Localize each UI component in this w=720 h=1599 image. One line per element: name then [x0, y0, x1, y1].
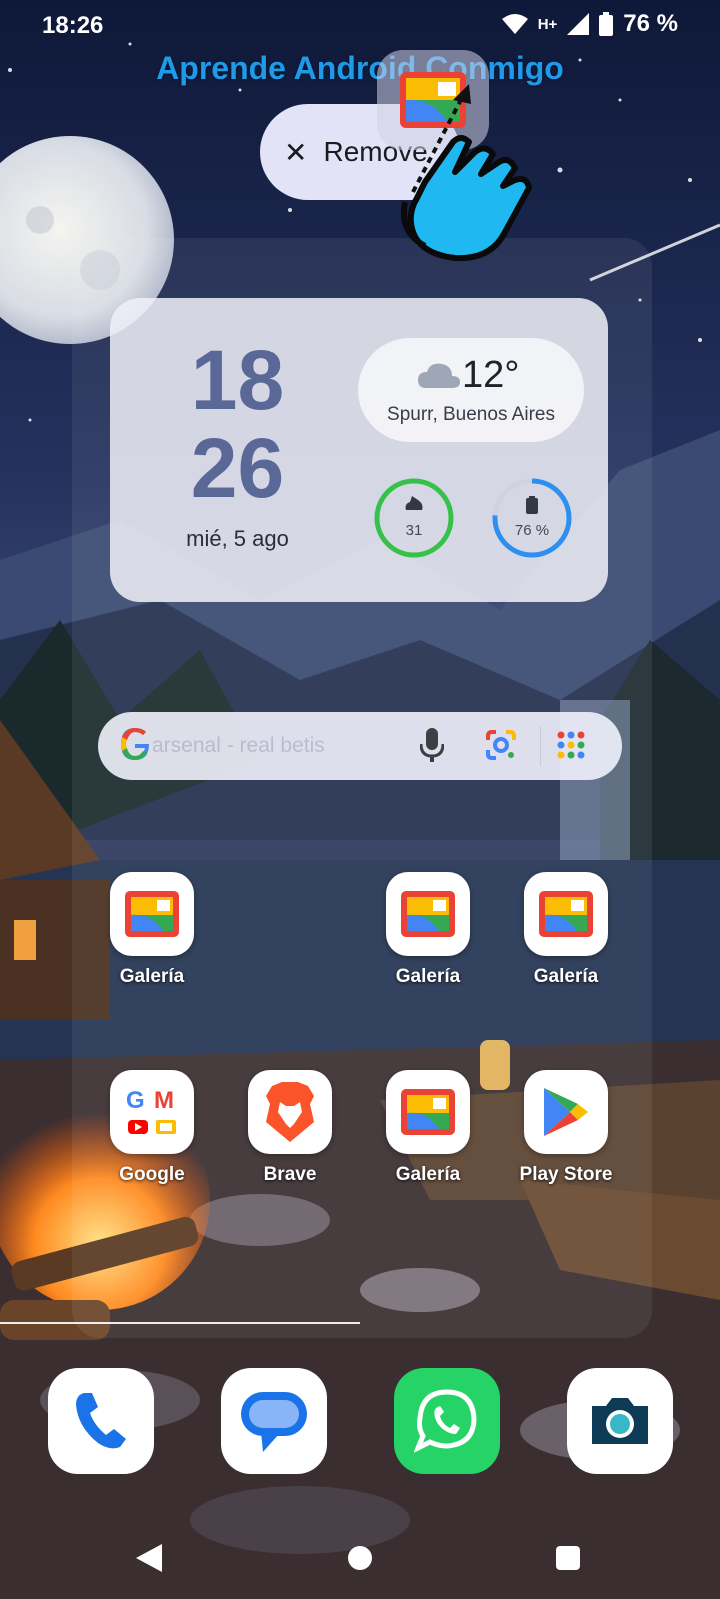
- app-galeria-2[interactable]: Galería: [358, 872, 498, 988]
- channel-watermark-title: Aprende Android Conmigo: [156, 50, 564, 86]
- google-lens-icon[interactable]: [484, 728, 518, 762]
- app-grid-icon[interactable]: [556, 730, 586, 760]
- app-galeria-4[interactable]: Galería: [358, 1070, 498, 1186]
- app-label: Brave: [263, 1164, 317, 1185]
- status-time: 18:26: [42, 12, 104, 39]
- camera-icon: [592, 1398, 648, 1444]
- back-icon[interactable]: [136, 1544, 162, 1572]
- dock-phone[interactable]: [48, 1368, 154, 1474]
- search-suggestion-text: arsenal - real betis: [152, 734, 325, 757]
- status-icons: H+ 76 %: [501, 10, 678, 38]
- microphone-icon[interactable]: [420, 728, 444, 762]
- dock-camera[interactable]: [567, 1368, 673, 1474]
- app-label: Galería: [119, 966, 185, 987]
- recents-button[interactable]: [556, 1546, 580, 1570]
- svg-text:M: M: [154, 1087, 174, 1114]
- phone-icon: [76, 1393, 126, 1449]
- weather-temperature: 12°: [462, 354, 520, 396]
- home-button[interactable]: [348, 1546, 372, 1570]
- search-divider: [540, 726, 541, 766]
- battery-percent: 76 %: [623, 10, 678, 37]
- app-label: Google: [119, 1164, 185, 1185]
- weather-card[interactable]: 12° Spurr, Buenos Aires: [358, 338, 584, 442]
- app-label: Galería: [395, 1164, 461, 1185]
- app-label: Galería: [533, 966, 599, 987]
- weather-location: Spurr, Buenos Aires: [387, 404, 555, 425]
- cloud-icon: [418, 363, 460, 388]
- gallery-icon: [110, 872, 194, 956]
- steps-ring[interactable]: 31: [372, 476, 456, 560]
- gallery-icon: [386, 1070, 470, 1154]
- gallery-icon: [524, 872, 608, 956]
- gallery-icon: [386, 872, 470, 956]
- clock-minute: 26: [190, 421, 285, 515]
- clock-hour: 18: [190, 333, 285, 427]
- steps-value: 31: [405, 522, 423, 539]
- battery-ring-value: 76 %: [514, 522, 550, 539]
- battery-icon: [599, 12, 614, 36]
- dock-messages[interactable]: [221, 1368, 327, 1474]
- app-brave[interactable]: Brave: [220, 1070, 360, 1186]
- app-label: Play Store: [519, 1164, 613, 1185]
- network-type: H+: [537, 15, 558, 33]
- clock-weather-widget[interactable]: 18 26 mié, 5 ago 12° Spurr, Buenos Aires…: [110, 298, 608, 602]
- google-folder-icon: G M: [110, 1070, 194, 1154]
- page-indicator-line: [0, 1322, 360, 1324]
- battery-small-icon: [526, 496, 538, 514]
- folder-google[interactable]: G M Google: [82, 1070, 222, 1186]
- play-store-icon: [524, 1070, 608, 1154]
- dock-whatsapp[interactable]: [394, 1368, 500, 1474]
- app-label: Galería: [395, 966, 461, 987]
- close-icon: ✕: [284, 136, 308, 168]
- google-g-icon: [121, 728, 149, 760]
- status-bar: 18:26 H+ 76 %: [0, 0, 720, 50]
- steps-shoe-icon: [405, 496, 423, 510]
- battery-ring[interactable]: 76 %: [490, 476, 574, 560]
- google-search-bar[interactable]: arsenal - real betis: [98, 712, 622, 780]
- app-galeria-1[interactable]: Galería: [82, 872, 222, 988]
- messages-icon: [241, 1392, 307, 1452]
- clock-date: mié, 5 ago: [186, 526, 289, 551]
- whatsapp-icon: [414, 1389, 477, 1453]
- wifi-icon: [501, 14, 528, 34]
- svg-text:G: G: [126, 1087, 145, 1114]
- app-galeria-3[interactable]: Galería: [496, 872, 636, 988]
- app-play-store[interactable]: Play Store: [496, 1070, 636, 1186]
- brave-icon: [248, 1070, 332, 1154]
- pointing-hand-icon: [401, 84, 532, 262]
- signal-icon: [567, 13, 590, 35]
